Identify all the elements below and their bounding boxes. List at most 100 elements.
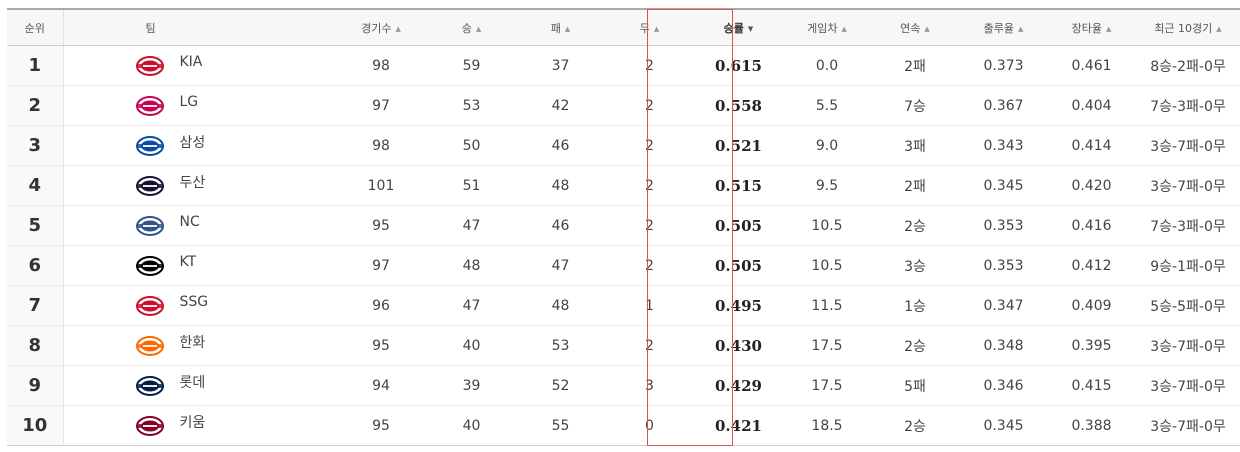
wins-cell: 47 — [427, 285, 516, 326]
pct-cell: 0.558 — [694, 85, 783, 126]
team-name[interactable]: 삼성 — [180, 132, 206, 152]
table-row: 4 두산 101 51 48 2 0.515 9.5 2패 0.345 0.420 3승-7패-0무 — [7, 165, 1240, 206]
obp-cell: 0.347 — [959, 285, 1048, 326]
wins-cell: 51 — [427, 165, 516, 206]
last10-cell: 3승-7패-0무 — [1135, 325, 1240, 366]
pct-cell: 0.615 — [694, 45, 783, 86]
slg-cell: 0.395 — [1048, 325, 1135, 366]
streak-cell: 3패 — [871, 125, 959, 166]
wins-cell: 47 — [427, 205, 516, 246]
sort-arrow-icon: ▲ — [1216, 24, 1222, 33]
table-row: 8 한화 95 40 53 2 0.430 17.5 2승 0.348 0.395 3승-7패-0무 — [7, 325, 1240, 366]
header-obp-label: 출루율 — [983, 21, 1014, 35]
games-cell: 98 — [335, 45, 427, 86]
draws-cell: 2 — [605, 45, 694, 86]
gb-cell: 11.5 — [783, 285, 871, 326]
losses-cell: 48 — [516, 165, 605, 206]
team-cell: 한화 — [63, 325, 335, 366]
draws-cell: 2 — [605, 325, 694, 366]
obp-cell: 0.367 — [959, 85, 1048, 126]
losses-cell: 42 — [516, 85, 605, 126]
team-name[interactable]: 한화 — [180, 332, 206, 352]
team-name[interactable]: 롯데 — [180, 372, 206, 392]
team-cell: 삼성 — [63, 125, 335, 166]
team-cell: LG — [63, 85, 335, 126]
team-logo-icon — [135, 95, 165, 117]
draws-cell: 3 — [605, 365, 694, 406]
table-row: 9 롯데 94 39 52 3 0.429 17.5 5패 0.346 0.415 3승-7패-0무 — [7, 365, 1240, 406]
header-games[interactable]: 경기수 ▲ — [335, 9, 427, 46]
rank-cell: 2 — [7, 85, 64, 126]
header-losses[interactable]: 패 ▲ — [516, 9, 605, 46]
sort-arrow-icon: ▲ — [564, 24, 571, 33]
gb-cell: 5.5 — [783, 85, 871, 126]
obp-cell: 0.345 — [983, 417, 1024, 434]
rank-cell: 8 — [7, 325, 64, 366]
team-name[interactable]: LG — [180, 94, 199, 110]
draws-cell: 1 — [605, 285, 694, 326]
sort-arrow-icon: ▲ — [1017, 24, 1024, 33]
slg-cell: 0.388 — [1071, 417, 1112, 434]
gb-cell: 0.0 — [783, 45, 871, 86]
team-name[interactable]: NC — [180, 214, 200, 230]
rank-cell: 4 — [7, 165, 64, 206]
header-last10[interactable]: 최근 10경기 ▲ — [1135, 9, 1240, 46]
pct-cell: 0.429 — [694, 365, 783, 406]
losses-cell: 46 — [516, 125, 605, 166]
wins-cell: 39 — [427, 365, 516, 406]
team-cell: 롯데 — [63, 365, 335, 406]
header-slg[interactable]: 장타율 ▲ — [1048, 9, 1135, 46]
games-cell: 98 — [335, 125, 427, 166]
sort-arrow-down-icon: ▼ — [747, 24, 754, 33]
losses-cell: 53 — [516, 325, 605, 366]
table-row: 6 KT 97 48 47 2 0.505 10.5 3승 0.353 0.412 9승-1패-0무 — [7, 245, 1240, 286]
header-draws[interactable]: 무 ▲ — [605, 9, 694, 46]
obp-cell: 0.346 — [959, 365, 1048, 406]
gb-cell: 9.0 — [783, 125, 871, 166]
header-gb-label: 게임차 — [807, 21, 838, 35]
wins-cell: 59 — [427, 45, 516, 86]
header-draws-label: 무 — [639, 21, 650, 35]
pct-cell: 0.521 — [694, 125, 783, 166]
slg-cell: 0.404 — [1048, 85, 1135, 126]
team-name[interactable]: 두산 — [180, 172, 206, 192]
gb-cell: 10.5 — [783, 245, 871, 286]
team-logo-icon — [135, 135, 165, 157]
table-header-row: 순위 팀 경기수 ▲ 승 ▲ 패 ▲ 무 ▲ 승률 ▼ 게임차 ▲ 연속 ▲ 출루율 ▲ 장타율… — [7, 9, 1240, 46]
last10-cell: 9승-1패-0무 — [1135, 245, 1240, 286]
team-name[interactable]: 키움 — [180, 412, 206, 432]
last10-cell: 8승-2패-0무 — [1135, 45, 1240, 86]
draws-cell: 0 — [645, 417, 654, 434]
header-wins[interactable]: 승 ▲ — [427, 9, 516, 46]
losses-cell: 47 — [516, 245, 605, 286]
header-streak[interactable]: 연속 ▲ — [871, 9, 959, 46]
pct-cell: 0.495 — [694, 285, 783, 326]
draws-cell: 2 — [605, 205, 694, 246]
gb-cell: 10.5 — [783, 205, 871, 246]
team-name[interactable]: KIA — [180, 54, 203, 70]
slg-cell: 0.416 — [1048, 205, 1135, 246]
last10-cell: 7승-3패-0무 — [1135, 205, 1240, 246]
standings-table: 순위 팀 경기수 ▲ 승 ▲ 패 ▲ 무 ▲ 승률 ▼ 게임차 ▲ 연속 ▲ 출루율 ▲ 장타율… — [7, 8, 1240, 446]
losses-cell: 46 — [516, 205, 605, 246]
header-obp[interactable]: 출루율 ▲ — [959, 9, 1048, 46]
last10-cell: 7승-3패-0무 — [1135, 85, 1240, 126]
team-logo-icon — [135, 335, 165, 357]
streak-cell: 2승 — [871, 205, 959, 246]
slg-cell: 0.420 — [1048, 165, 1135, 206]
team-name[interactable]: KT — [180, 254, 197, 270]
streak-cell: 3승 — [871, 245, 959, 286]
team-name[interactable]: SSG — [180, 294, 209, 310]
wins-cell: 40 — [462, 417, 481, 434]
pct-cell: 0.515 — [694, 165, 783, 206]
rank-cell: 7 — [7, 285, 64, 326]
obp-cell: 0.348 — [959, 325, 1048, 366]
slg-cell: 0.409 — [1048, 285, 1135, 326]
header-losses-label: 패 — [550, 21, 561, 35]
header-gb[interactable]: 게임차 ▲ — [783, 9, 871, 46]
streak-cell: 5패 — [871, 365, 959, 406]
obp-cell: 0.345 — [959, 165, 1048, 206]
draws-cell: 2 — [605, 165, 694, 206]
last10-cell: 3승-7패-0무 — [1135, 165, 1240, 206]
header-pct[interactable]: 승률 ▼ — [694, 9, 783, 46]
